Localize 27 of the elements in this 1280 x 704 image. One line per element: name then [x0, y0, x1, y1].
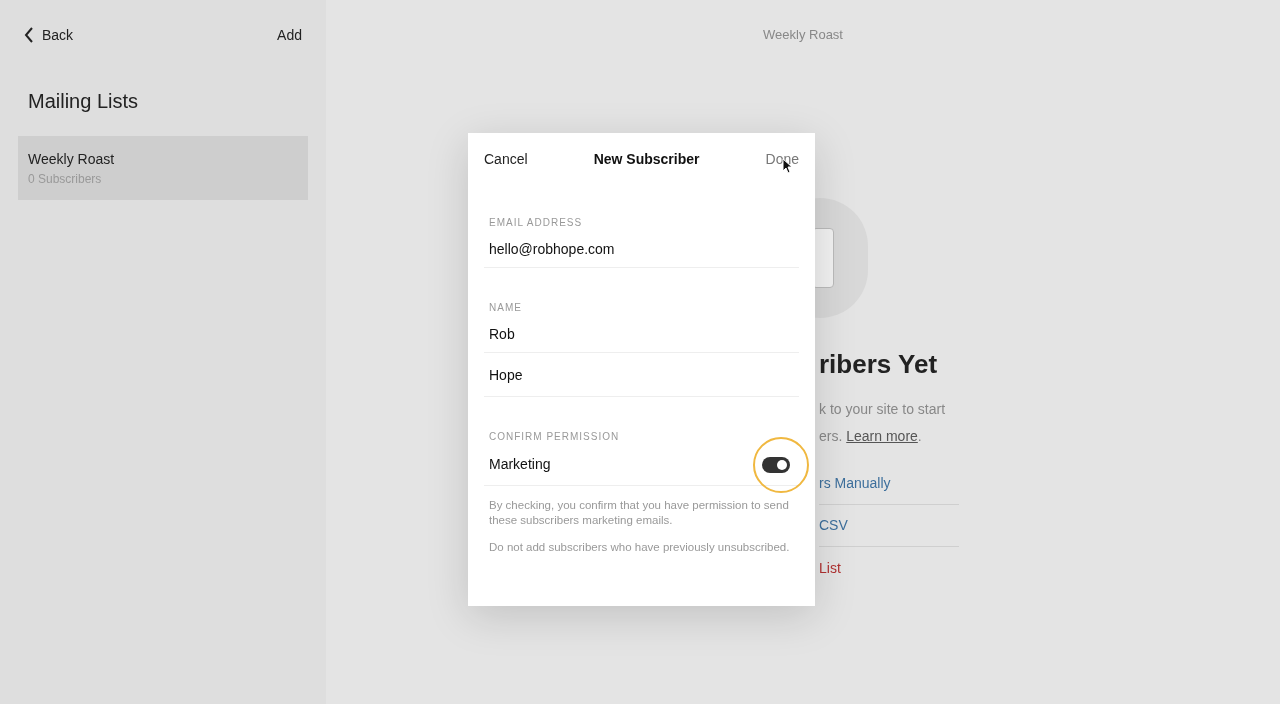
toggle-label: Marketing [489, 455, 551, 474]
field-label: EMAIL ADDRESS [488, 216, 584, 230]
list-name: Weekly Roast [28, 149, 116, 169]
action-link[interactable]: CSV [819, 515, 848, 536]
empty-description: ers. [819, 428, 843, 444]
last-name-input[interactable]: Hope [484, 353, 799, 397]
list-title: Weekly Roast [763, 26, 843, 45]
first-name-input[interactable]: Rob [484, 315, 799, 353]
add-button[interactable]: Add [277, 24, 302, 46]
marketing-toggle[interactable] [762, 456, 790, 473]
action-link[interactable]: rs Manually [819, 473, 891, 494]
email-input[interactable]: hello@robhope.com [484, 230, 799, 268]
permission-note: Do not add subscribers who have previously unsubscribed. [488, 540, 791, 555]
learn-more-link[interactable]: Learn more [846, 428, 918, 444]
back-button[interactable]: Back [24, 24, 74, 46]
dialog-title: New Subscriber [593, 149, 700, 169]
empty-description: k to your site to start [819, 400, 947, 419]
page-title: Mailing Lists [27, 89, 140, 114]
delete-link[interactable]: List [819, 557, 841, 579]
permission-note: By checking, you confirm that you have permission to send these subscribers marketing emails. [488, 498, 790, 528]
field-label: CONFIRM PERMISSION [488, 430, 621, 444]
cancel-button[interactable]: Cancel [484, 148, 528, 170]
done-button[interactable]: Done [765, 148, 799, 170]
empty-heading: ribers Yet [819, 348, 939, 381]
chevron-left-icon [24, 27, 34, 43]
field-label: NAME [488, 301, 523, 315]
period-text: . [917, 428, 922, 444]
